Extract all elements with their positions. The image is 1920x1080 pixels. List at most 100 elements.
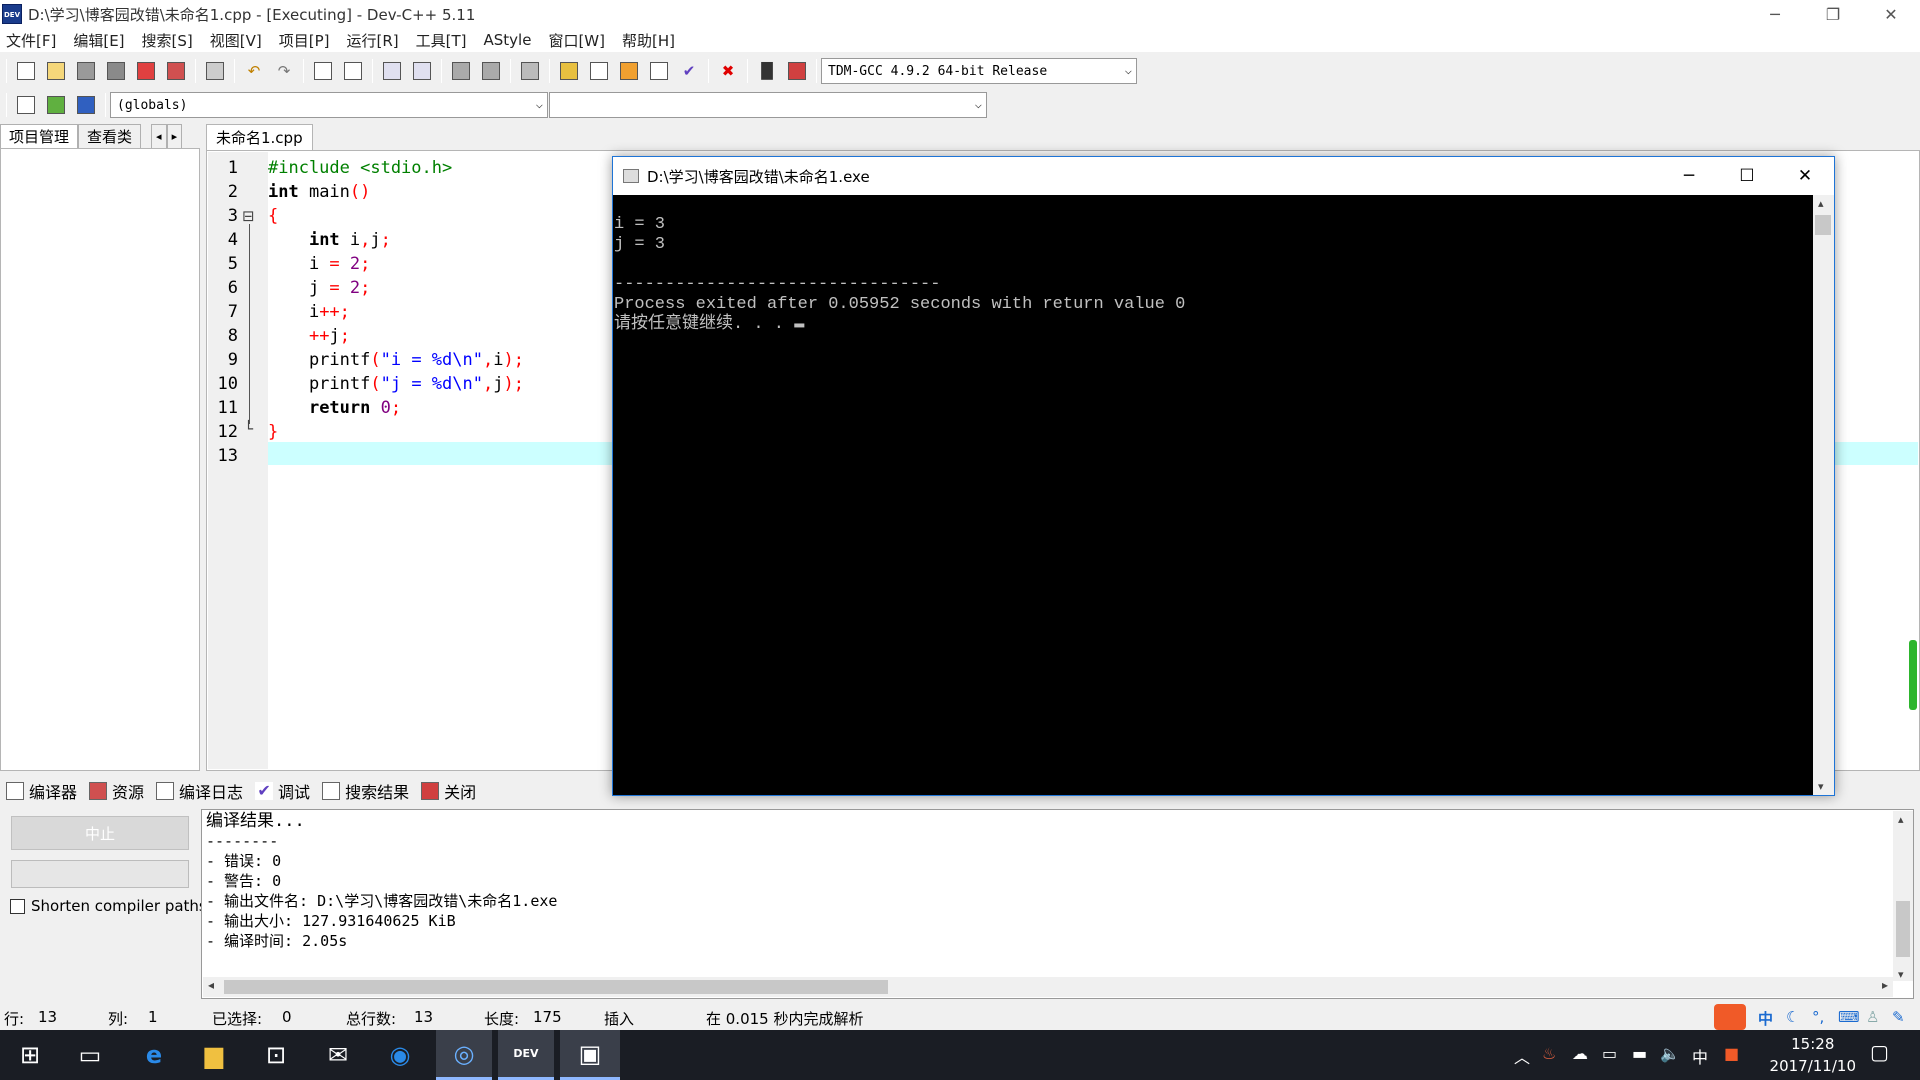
clock[interactable]: 15:28 2017/11/10 [1770, 1033, 1856, 1077]
scroll-up-icon[interactable]: ▴ [1898, 813, 1904, 826]
tab-resources[interactable]: 资源 [89, 779, 144, 803]
bookmark-icon[interactable] [73, 92, 99, 118]
insert-icon[interactable] [13, 92, 39, 118]
close-all-icon[interactable] [163, 58, 189, 84]
ime-tray-icon[interactable]: ■ [1724, 1044, 1739, 1063]
tab-compiler[interactable]: 编译器 [6, 779, 77, 803]
undo-icon[interactable]: ↶ [241, 58, 267, 84]
tab-class-browser[interactable]: 查看类 [78, 124, 142, 148]
checkbox-box[interactable] [10, 898, 25, 914]
run-icon[interactable] [586, 58, 612, 84]
compiler-select[interactable]: TDM-GCC 4.9.2 64-bit Release ⌵ [821, 58, 1137, 84]
edge-browser-icon[interactable]: e [126, 1030, 182, 1080]
windows-start-icon[interactable]: ⊞ [2, 1030, 58, 1080]
ime-logo-icon[interactable] [1714, 1004, 1746, 1030]
tray-expand-icon[interactable]: ︿ [1514, 1044, 1530, 1068]
minimize-button[interactable]: ─ [1746, 0, 1804, 28]
tab-close[interactable]: 关闭 [421, 779, 476, 803]
tab-compile-log[interactable]: 编译日志 [156, 779, 243, 803]
devcpp-taskbar-icon[interactable]: DEV [498, 1030, 554, 1080]
tray-app-icon[interactable]: ♨ [1542, 1044, 1556, 1063]
symbol-select[interactable]: ⌵ [549, 92, 987, 118]
tab-debug[interactable]: ✔ 调试 [255, 779, 310, 803]
ime-mode-indicator[interactable]: 中 [1758, 1008, 1773, 1029]
unindent-icon[interactable] [409, 58, 435, 84]
shorten-paths-checkbox[interactable]: Shorten compiler paths [10, 897, 207, 915]
syntax-check-icon[interactable]: ✔ [676, 58, 702, 84]
compile-icon[interactable] [556, 58, 582, 84]
menu-edit[interactable]: 编辑[E] [73, 30, 124, 51]
goto-icon[interactable] [43, 92, 69, 118]
console-minimize-button[interactable]: ─ [1660, 157, 1718, 195]
file-explorer-icon[interactable]: ▆ [186, 1030, 242, 1080]
profile-chart-icon[interactable]: ▐▌ [754, 58, 780, 84]
menu-project[interactable]: 项目[P] [279, 30, 330, 51]
punctuation-icon[interactable]: °, [1812, 1008, 1824, 1026]
toggle-bookmark-icon[interactable] [517, 58, 543, 84]
project-tree-panel[interactable] [0, 148, 200, 771]
mail-icon[interactable]: ✉ [310, 1030, 366, 1080]
scroll-right-icon[interactable]: ▸ [1882, 978, 1888, 992]
print-icon[interactable] [202, 58, 228, 84]
keyboard-icon[interactable]: ⌨ [1838, 1008, 1860, 1026]
cloud-icon[interactable]: ☁ [1572, 1044, 1588, 1063]
replace-icon[interactable] [340, 58, 366, 84]
menu-view[interactable]: 视图[V] [210, 30, 262, 51]
menu-window[interactable]: 窗口[W] [548, 30, 605, 51]
redo-icon[interactable]: ↷ [271, 58, 297, 84]
console-scrollbar[interactable]: ▴ ▾ [1813, 195, 1834, 795]
console-scroll-thumb[interactable] [1815, 215, 1831, 235]
find-icon[interactable] [310, 58, 336, 84]
stop-button[interactable]: 中止 [11, 816, 189, 850]
log-vertical-scrollbar[interactable]: ▴ ▾ [1893, 811, 1913, 981]
input-method-indicator[interactable]: 中 [1692, 1044, 1708, 1068]
user-icon[interactable]: ♙ [1866, 1008, 1879, 1026]
scroll-up-icon[interactable]: ▴ [1818, 197, 1824, 210]
menu-run[interactable]: 运行[R] [346, 30, 398, 51]
edge-scroll-indicator[interactable] [1909, 640, 1917, 710]
save-icon[interactable] [73, 58, 99, 84]
menu-help[interactable]: 帮助[H] [622, 30, 675, 51]
network-icon[interactable]: ▭ [1602, 1044, 1617, 1063]
scope-select[interactable]: (globals) ⌵ [110, 92, 548, 118]
restore-button[interactable]: ❐ [1804, 0, 1862, 28]
console-maximize-button[interactable]: ☐ [1718, 157, 1776, 195]
menu-tools[interactable]: 工具[T] [416, 30, 467, 51]
scroll-down-icon[interactable]: ▾ [1818, 780, 1824, 793]
log-hscroll-thumb[interactable] [224, 980, 888, 994]
editor-file-tab[interactable]: 未命名1.cpp [206, 124, 313, 150]
console-close-button[interactable]: ✕ [1776, 157, 1834, 195]
menu-file[interactable]: 文件[F] [6, 30, 56, 51]
scroll-down-icon[interactable]: ▾ [1898, 968, 1904, 981]
menu-search[interactable]: 搜索[S] [142, 30, 193, 51]
debug-icon[interactable] [784, 58, 810, 84]
fold-open-icon[interactable]: ⊟ [242, 208, 255, 224]
ie-browser-icon[interactable]: ◎ [436, 1030, 492, 1080]
menu-astyle[interactable]: AStyle [484, 31, 532, 49]
console-taskbar-icon[interactable]: ▣ [560, 1030, 620, 1080]
close-button[interactable]: ✕ [1862, 0, 1920, 28]
moon-icon[interactable]: ☾ [1786, 1008, 1799, 1026]
tab-scroll-left-icon[interactable]: ◂ [151, 124, 167, 148]
rebuild-all-icon[interactable] [646, 58, 672, 84]
close-file-icon[interactable] [133, 58, 159, 84]
notifications-icon[interactable]: ▢ [1870, 1040, 1889, 1064]
save-all-icon[interactable] [103, 58, 129, 84]
wrench-icon[interactable]: ✎ [1892, 1008, 1905, 1026]
prev-bookmark-icon[interactable] [448, 58, 474, 84]
scroll-left-icon[interactable]: ◂ [208, 978, 214, 992]
tab-search-results[interactable]: 搜索结果 [322, 779, 409, 803]
stop-execution-icon[interactable]: ✖ [715, 58, 741, 84]
store-icon[interactable]: ⊡ [248, 1030, 304, 1080]
log-vscroll-thumb[interactable] [1896, 901, 1910, 957]
compile-run-icon[interactable] [616, 58, 642, 84]
tab-project-manager[interactable]: 项目管理 [0, 124, 79, 148]
volume-icon[interactable]: 🔈 [1660, 1044, 1680, 1063]
battery-icon[interactable]: ▬ [1632, 1044, 1647, 1063]
new-file-icon[interactable] [13, 58, 39, 84]
tab-scroll-right-icon[interactable]: ▸ [166, 124, 183, 148]
task-view-icon[interactable]: ▭ [62, 1030, 118, 1080]
browser-icon[interactable]: ◉ [372, 1030, 428, 1080]
indent-icon[interactable] [379, 58, 405, 84]
open-file-icon[interactable] [43, 58, 69, 84]
